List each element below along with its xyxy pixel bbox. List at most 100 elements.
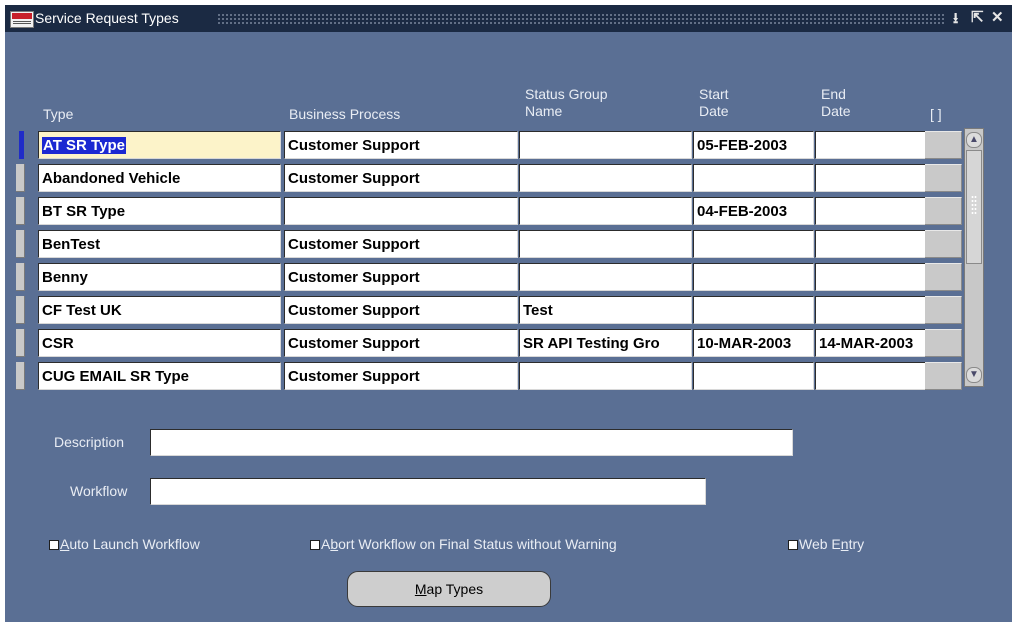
cell-start-date[interactable]: 04-FEB-2003 (693, 197, 814, 225)
cell-status-group[interactable] (519, 230, 692, 258)
record-indicator[interactable] (16, 329, 25, 357)
cell-end-date[interactable]: 14-MAR-2003 (815, 329, 927, 357)
cell-business-process[interactable]: Customer Support (284, 362, 518, 390)
cell-dff[interactable] (925, 197, 962, 225)
maximize-icon[interactable]: ⇱ (971, 8, 984, 26)
cell-start-date[interactable] (693, 362, 814, 390)
cell-text: Customer Support (288, 269, 420, 286)
title-bar[interactable]: Service Request Types ⭳ ⇱ ✕ (5, 5, 1012, 32)
description-label: Description (54, 434, 125, 450)
cell-dff[interactable] (925, 263, 962, 291)
cell-text: CF Test UK (42, 302, 122, 319)
scroll-thumb[interactable] (966, 150, 982, 264)
cell-type[interactable]: Abandoned Vehicle (38, 164, 281, 192)
checkbox-icon[interactable] (310, 540, 320, 550)
cell-text: Customer Support (288, 368, 420, 385)
cell-start-date[interactable] (693, 263, 814, 291)
cell-status-group[interactable] (519, 164, 692, 192)
cell-start-date[interactable] (693, 296, 814, 324)
scroll-down-icon[interactable]: ▼ (966, 367, 982, 383)
cell-dff[interactable] (925, 329, 962, 357)
minimize-icon[interactable]: ⭳ (953, 8, 958, 33)
description-field[interactable] (150, 429, 793, 456)
cell-type[interactable]: CF Test UK (38, 296, 281, 324)
cell-end-date[interactable] (815, 263, 927, 291)
cell-start-date[interactable] (693, 230, 814, 258)
cell-text: CUG EMAIL SR Type (42, 368, 189, 385)
checkbox-icon[interactable] (788, 540, 798, 550)
cell-business-process[interactable]: Customer Support (284, 164, 518, 192)
abort-workflow-checkbox[interactable]: Abort Workflow on Final Status without W… (310, 536, 617, 552)
cell-type[interactable]: AT SR Type (38, 131, 281, 159)
cell-text: AT SR Type (42, 137, 126, 154)
cell-end-date[interactable] (815, 164, 927, 192)
cell-start-date[interactable]: 10-MAR-2003 (693, 329, 814, 357)
cell-text: BT SR Type (42, 203, 126, 220)
web-entry-checkbox[interactable]: Web Entry (788, 536, 864, 552)
cell-type[interactable]: Benny (38, 263, 281, 291)
cell-text: SR API Testing Gro (523, 335, 660, 352)
cell-end-date[interactable] (815, 197, 927, 225)
record-indicator[interactable] (16, 263, 25, 291)
title-bar-pattern (217, 13, 944, 25)
header-start-date: Start Date (699, 86, 729, 119)
cell-status-group[interactable] (519, 263, 692, 291)
cell-business-process[interactable]: Customer Support (284, 230, 518, 258)
record-indicator[interactable] (16, 230, 25, 258)
cell-text: Customer Support (288, 170, 420, 187)
record-indicator[interactable] (19, 131, 24, 159)
cell-type[interactable]: CSR (38, 329, 281, 357)
cell-status-group[interactable]: Test (519, 296, 692, 324)
header-dff: [ ] (930, 106, 942, 122)
workflow-field[interactable] (150, 478, 706, 505)
cell-status-group[interactable]: SR API Testing Gro (519, 329, 692, 357)
table-scrollbar[interactable]: ▲ ▼ (964, 128, 984, 387)
cell-status-group[interactable] (519, 131, 692, 159)
cell-text: BenTest (42, 236, 101, 253)
cell-dff[interactable] (925, 362, 962, 390)
header-business-process: Business Process (289, 106, 401, 122)
cell-status-group[interactable] (519, 197, 692, 225)
record-indicator[interactable] (16, 296, 25, 324)
cell-text: 14-MAR-2003 (819, 335, 914, 352)
cell-type[interactable]: BT SR Type (38, 197, 281, 225)
workflow-label: Workflow (70, 483, 128, 499)
cell-start-date[interactable]: 05-FEB-2003 (693, 131, 814, 159)
cell-text: Abandoned Vehicle (42, 170, 181, 187)
window-title: Service Request Types (35, 10, 179, 26)
cell-end-date[interactable] (815, 230, 927, 258)
cell-business-process[interactable]: Customer Support (284, 296, 518, 324)
cell-dff[interactable] (925, 230, 962, 258)
record-indicator[interactable] (16, 362, 25, 390)
close-icon[interactable]: ✕ (991, 8, 1004, 26)
cell-text: 04-FEB-2003 (697, 203, 788, 220)
cell-end-date[interactable] (815, 362, 927, 390)
cell-status-group[interactable] (519, 362, 692, 390)
cell-text: 10-MAR-2003 (697, 335, 792, 352)
cell-business-process[interactable]: Customer Support (284, 131, 518, 159)
auto-launch-workflow-checkbox[interactable]: Auto Launch Workflow (49, 536, 200, 552)
cell-text: CSR (42, 335, 74, 352)
record-indicator[interactable] (16, 164, 25, 192)
map-types-button[interactable]: Map Types (347, 571, 551, 607)
cell-text: Test (523, 302, 553, 319)
cell-type[interactable]: BenTest (38, 230, 281, 258)
header-type: Type (43, 106, 74, 122)
cell-dff[interactable] (925, 164, 962, 192)
cell-end-date[interactable] (815, 296, 927, 324)
checkbox-icon[interactable] (49, 540, 59, 550)
header-status-group: Status Group Name (525, 86, 608, 119)
cell-dff[interactable] (925, 131, 962, 159)
oracle-app-icon (10, 11, 34, 28)
record-indicator[interactable] (16, 197, 25, 225)
cell-business-process[interactable] (284, 197, 518, 225)
cell-text: Customer Support (288, 137, 420, 154)
cell-business-process[interactable]: Customer Support (284, 263, 518, 291)
cell-start-date[interactable] (693, 164, 814, 192)
cell-business-process[interactable]: Customer Support (284, 329, 518, 357)
scroll-up-icon[interactable]: ▲ (966, 132, 982, 148)
cell-dff[interactable] (925, 296, 962, 324)
cell-text: Customer Support (288, 335, 420, 352)
cell-type[interactable]: CUG EMAIL SR Type (38, 362, 281, 390)
cell-end-date[interactable] (815, 131, 927, 159)
